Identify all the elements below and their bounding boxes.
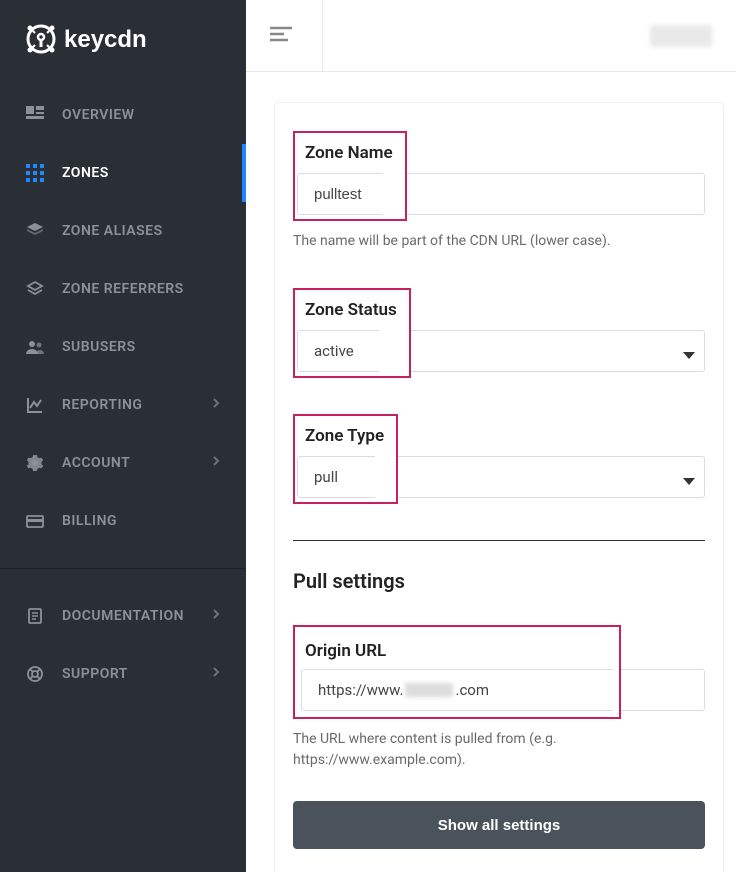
sidebar-item-label: ZONE REFERRERS <box>62 281 184 297</box>
chevron-right-icon <box>212 666 220 682</box>
chart-icon <box>26 396 44 414</box>
sidebar-item-support[interactable]: SUPPORT <box>0 645 246 703</box>
sidebar-item-label: SUBUSERS <box>62 339 136 355</box>
chevron-right-icon <box>212 397 220 413</box>
sidebar-item-label: DOCUMENTATION <box>62 608 184 624</box>
zone-status-label: Zone Status <box>295 290 405 330</box>
sidebar-item-label: OVERVIEW <box>62 107 135 123</box>
form-group-origin-url: Origin URL https://www..com The URL wher… <box>275 625 723 771</box>
menu-toggle-icon[interactable] <box>270 26 294 46</box>
sidebar-item-label: ZONES <box>62 165 109 181</box>
origin-url-help: The URL where content is pulled from (e.… <box>293 729 705 771</box>
separator <box>322 0 323 72</box>
svg-text:keycdn: keycdn <box>64 26 147 53</box>
sidebar-item-label: REPORTING <box>62 397 142 413</box>
grid-icon <box>26 164 44 182</box>
lifebuoy-icon <box>26 665 44 683</box>
zone-type-select[interactable]: pull <box>297 456 375 498</box>
gear-icon <box>26 454 44 472</box>
sidebar-item-label: ZONE ALIASES <box>62 223 163 239</box>
divider <box>0 568 246 569</box>
chevron-right-icon <box>212 608 220 624</box>
chevron-right-icon <box>212 455 220 471</box>
sidebar-item-subusers[interactable]: SUBUSERS <box>0 318 246 376</box>
form-group-zone-name: Zone Name The name will be part of the C… <box>275 131 723 252</box>
zone-name-label: Zone Name <box>295 133 401 173</box>
main: Zone Name The name will be part of the C… <box>246 0 736 872</box>
sidebar-item-zone-aliases[interactable]: ZONE ALIASES <box>0 202 246 260</box>
sidebar-item-zone-referrers[interactable]: ZONE REFERRERS <box>0 260 246 318</box>
sidebar: keycdn OVERVIEW ZONES ZONE ALIASES ZONE … <box>0 0 246 872</box>
sidebar-item-reporting[interactable]: REPORTING <box>0 376 246 434</box>
sidebar-item-account[interactable]: ACCOUNT <box>0 434 246 492</box>
sidebar-item-label: BILLING <box>62 513 117 529</box>
zone-name-help: The name will be part of the CDN URL (lo… <box>293 231 705 252</box>
users-icon <box>26 338 44 356</box>
sidebar-item-billing[interactable]: BILLING <box>0 492 246 550</box>
form-group-zone-type: Zone Type pull <box>275 414 723 504</box>
sidebar-item-label: ACCOUNT <box>62 455 130 471</box>
content: Zone Name The name will be part of the C… <box>246 72 736 872</box>
zone-name-input[interactable] <box>297 173 383 215</box>
pull-settings-title: Pull settings <box>275 541 723 605</box>
card-icon <box>26 512 44 530</box>
logo[interactable]: keycdn <box>0 0 246 78</box>
sidebar-item-label: SUPPORT <box>62 666 128 682</box>
redacted-text <box>405 683 453 697</box>
document-icon <box>26 607 44 625</box>
zone-status-select[interactable]: active <box>297 330 379 372</box>
sidebar-item-documentation[interactable]: DOCUMENTATION <box>0 587 246 645</box>
zone-type-label: Zone Type <box>295 416 392 456</box>
nav: OVERVIEW ZONES ZONE ALIASES ZONE REFERRE… <box>0 86 246 703</box>
origin-url-input[interactable]: https://www..com <box>301 669 613 711</box>
sidebar-item-overview[interactable]: OVERVIEW <box>0 86 246 144</box>
zone-form: Zone Name The name will be part of the C… <box>274 102 724 872</box>
dashboard-icon <box>26 106 44 124</box>
topbar <box>246 0 736 72</box>
sidebar-item-zones[interactable]: ZONES <box>0 144 246 202</box>
origin-url-label: Origin URL <box>299 633 613 669</box>
show-all-settings-button[interactable]: Show all settings <box>293 801 705 849</box>
layers-icon <box>26 222 44 240</box>
user-menu[interactable] <box>650 25 712 47</box>
layers-outline-icon <box>26 280 44 298</box>
form-group-zone-status: Zone Status active <box>275 288 723 378</box>
